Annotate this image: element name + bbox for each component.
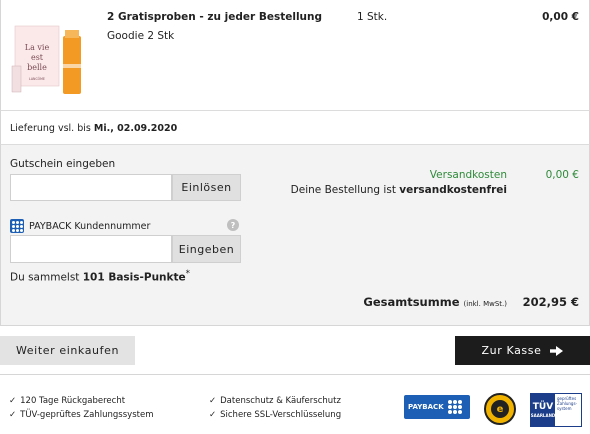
- payback-badge[interactable]: PAYBACK: [404, 395, 470, 419]
- continue-shopping-label: Weiter einkaufen: [15, 344, 120, 357]
- product-subtitle: Goodie 2 Stk: [107, 30, 175, 42]
- tuv-logo: TÜV SAARLAND: [531, 394, 555, 426]
- check-icon: ✓: [209, 396, 217, 406]
- svg-text:La vie: La vie: [25, 43, 50, 52]
- points-footnote: *: [185, 269, 191, 279]
- trusted-shops-icon: e: [491, 400, 509, 418]
- free-shipping-prefix: Deine Bestellung ist: [290, 184, 396, 196]
- continue-shopping-button[interactable]: Weiter einkaufen: [0, 336, 135, 365]
- checkout-button[interactable]: Zur Kasse: [455, 336, 590, 365]
- free-shipping-note: Deine Bestellung ist versandkostenfrei: [291, 184, 507, 196]
- product-image: La vie est belle LANCÔME: [9, 20, 87, 100]
- redeem-coupon-button[interactable]: Einlösen: [172, 174, 241, 201]
- shipping-label: Versandkosten: [429, 169, 507, 181]
- delivery-prefix: Lieferung vsl. bis: [10, 123, 91, 134]
- check-icon: ✓: [209, 410, 217, 420]
- product-price: 0,00 €: [542, 11, 579, 23]
- coupon-input[interactable]: [10, 174, 172, 201]
- tuv-main: TÜV: [532, 401, 554, 412]
- payback-icon: [10, 219, 24, 233]
- cart-item-row: La vie est belle LANCÔME 2 Gratisproben …: [0, 0, 590, 111]
- svg-text:est: est: [31, 53, 44, 62]
- total-value: 202,95 €: [522, 295, 579, 309]
- tuv-caption: geprüftes Zahlungs-system: [557, 396, 577, 411]
- feature-item: ✓ 120 Tage Rückgaberecht: [9, 396, 125, 406]
- payback-points-info: Du sammelst 101 Basis-Punkte*: [10, 269, 190, 284]
- product-quantity: 1 Stk.: [357, 11, 388, 23]
- payback-label: PAYBACK Kundennummer: [29, 221, 151, 232]
- feature-item: ✓ TÜV-geprüftes Zahlungssystem: [9, 410, 153, 420]
- delivery-date: Mi., 02.09.2020: [93, 123, 178, 134]
- check-icon: ✓: [9, 396, 17, 406]
- total-tax-note: (inkl. MwSt.): [463, 300, 507, 308]
- free-shipping-bold: versandkostenfrei: [399, 184, 507, 196]
- feature-label: TÜV-geprüftes Zahlungssystem: [20, 410, 154, 420]
- svg-text:belle: belle: [27, 63, 47, 72]
- delivery-estimate: Lieferung vsl. bis Mi., 02.09.2020: [10, 123, 177, 134]
- payback-number-input[interactable]: [10, 235, 172, 263]
- total-label-text: Gesamtsumme: [363, 295, 460, 309]
- svg-text:LANCÔME: LANCÔME: [29, 76, 45, 81]
- payback-submit-button[interactable]: Eingeben: [172, 235, 241, 263]
- tuv-badge[interactable]: TÜV SAARLAND geprüftes Zahlungs-system: [530, 393, 582, 427]
- points-prefix: Du sammelst: [10, 271, 80, 284]
- delivery-row: Lieferung vsl. bis Mi., 02.09.2020: [0, 111, 590, 145]
- help-icon[interactable]: ?: [227, 219, 239, 231]
- feature-label: Sichere SSL-Verschlüsselung: [220, 410, 342, 420]
- tuv-region: SAARLAND: [530, 412, 556, 418]
- checkout-label: Zur Kasse: [481, 344, 542, 357]
- product-title[interactable]: 2 Gratisproben - zu jeder Bestellung: [107, 11, 322, 23]
- trusted-shops-badge[interactable]: e: [484, 393, 516, 425]
- feature-item: ✓ Datenschutz & Käuferschutz: [209, 396, 341, 406]
- arrow-right-icon: [550, 345, 564, 356]
- payback-badge-label: PAYBACK: [408, 403, 444, 411]
- total-label: Gesamtsumme (inkl. MwSt.): [363, 295, 507, 309]
- check-icon: ✓: [9, 410, 17, 420]
- order-summary: Gutschein eingeben Einlösen PAYBACK Kund…: [0, 145, 590, 326]
- feature-item: ✓ Sichere SSL-Verschlüsselung: [209, 410, 341, 420]
- coupon-label: Gutschein eingeben: [10, 158, 116, 170]
- trust-footer: ✓ 120 Tage Rückgaberecht ✓ TÜV-geprüftes Z…: [0, 374, 590, 434]
- feature-label: Datenschutz & Käuferschutz: [220, 396, 341, 406]
- payback-dots-icon: [447, 400, 462, 414]
- shipping-value: 0,00 €: [545, 169, 579, 181]
- feature-label: 120 Tage Rückgaberecht: [20, 396, 126, 406]
- points-value: 101 Basis-Punkte: [82, 271, 186, 284]
